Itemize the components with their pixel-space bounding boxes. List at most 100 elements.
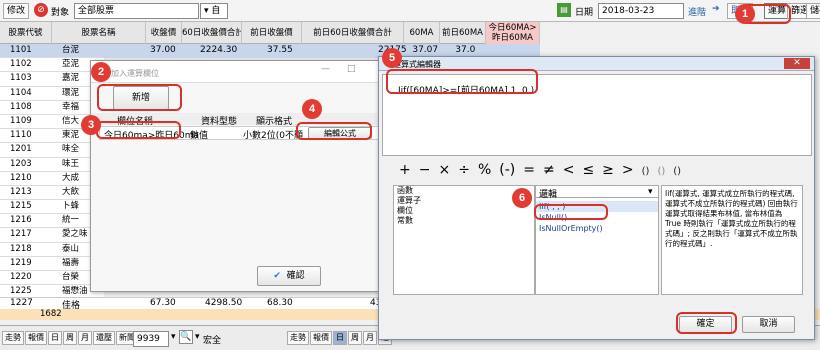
row-name: 大飲 [62, 186, 80, 197]
dropdown-icon[interactable]: ▾ [171, 332, 176, 342]
cancel-button[interactable]: 取消 [742, 316, 795, 333]
search-icon[interactable]: 🔍 [179, 330, 193, 344]
row-name: 味王 [62, 158, 80, 169]
table-row[interactable]: 1215 卜蜂 [0, 200, 104, 215]
target-dropdown[interactable]: ▾ 自 [200, 3, 228, 19]
maximize-icon[interactable]: □ [347, 64, 356, 74]
row-code: 1201 [10, 144, 32, 155]
step-3-marker: 3 [81, 115, 101, 135]
row-name: 福壽 [62, 257, 80, 268]
row-price: 37.00 [150, 45, 176, 55]
operator-button[interactable]: ≤ [582, 162, 594, 178]
col-header[interactable]: 前日收盤價 [242, 22, 302, 44]
bottom-tab[interactable]: 走勢 [2, 331, 24, 345]
col-header[interactable]: 60日收盤價合計 [182, 22, 242, 44]
table-row[interactable]: 1104 環泥 [0, 86, 104, 101]
dropdown-icon[interactable]: ▾ [195, 332, 200, 342]
bottom-tab[interactable]: 日 [333, 331, 347, 345]
operator-button[interactable]: () [642, 166, 650, 177]
close-icon[interactable]: ✕ [784, 58, 810, 69]
function-list[interactable]: 邏輯 ▾ Iif( , , ) IsNull() IsNullOrEmpty() [535, 185, 659, 295]
table-row[interactable]: 1217 愛之味 [0, 228, 104, 243]
operator-button[interactable]: () [673, 166, 681, 177]
stock-name: 宏全 [203, 336, 222, 346]
target-select[interactable]: 全部股票 [74, 3, 199, 19]
row-prev-price: 37.55 [267, 45, 293, 55]
operator-button[interactable]: ÷ [458, 162, 470, 178]
table-row[interactable]: 1203 味王 [0, 157, 104, 172]
table-row[interactable]: 1201 味全 [0, 143, 104, 158]
step-4-marker: 4 [302, 99, 322, 119]
col-header[interactable]: 60MA [404, 22, 440, 44]
minimize-icon[interactable]: — [321, 64, 330, 74]
function-category-select[interactable]: 邏輯 ▾ [536, 186, 658, 200]
table-row[interactable]: 1210 大成 [0, 171, 104, 186]
row-name: 嘉泥 [62, 73, 80, 84]
row-name: 味全 [62, 144, 80, 155]
modify-button[interactable]: 修改 [3, 3, 30, 19]
table-row[interactable]: 1102 亞泥 [0, 58, 104, 73]
row-name: 泰山 [62, 243, 80, 254]
bottom-tab[interactable]: 還壓 [93, 331, 115, 345]
operator-button[interactable]: − [419, 162, 431, 178]
operator-button[interactable]: () [657, 166, 665, 177]
formula-editor-dialog: 運算式編輯器 ✕ Iif([60MA]>=[前日60MA],1 ,0 ) + − ×… [378, 56, 815, 340]
table-row[interactable]: 1219 福壽 [0, 256, 104, 271]
highlight-edit-formula [296, 122, 372, 140]
table-row[interactable]: 1108 幸福 [0, 100, 104, 115]
operator-button[interactable]: + [399, 162, 411, 178]
target-label: 對象 [51, 8, 70, 18]
row-price: 67.30 [150, 298, 176, 308]
col-header[interactable]: 股票代號 [0, 22, 52, 44]
category-item[interactable]: 欄位 [394, 206, 534, 216]
col-header[interactable]: 股票名稱 [52, 22, 146, 44]
operator-button[interactable]: ≠ [543, 162, 555, 178]
bottom-tab[interactable]: 周 [348, 331, 362, 345]
operator-button[interactable]: (-) [499, 162, 515, 178]
function-description: Iif(運算式, 運算式成立所執行的程式碼, 運算式不成立所執行的程式碼) 回由… [661, 185, 803, 295]
step-6-marker: 6 [512, 188, 532, 208]
step-5-marker: 5 [382, 48, 402, 68]
table-row[interactable]: 1220 台榮 [0, 271, 104, 286]
table-row[interactable]: 1101 台泥 [0, 44, 104, 59]
col-header[interactable]: 前日60日收盤價合計 [302, 22, 404, 44]
field-type: 數值 [190, 131, 209, 141]
operator-button[interactable]: > [622, 162, 634, 178]
bottom-tab[interactable]: 報價 [25, 331, 47, 345]
operator-button[interactable]: ≥ [602, 162, 614, 178]
date-input[interactable]: 2018-03-23 [598, 3, 684, 19]
function-category-value: 邏輯 [539, 190, 558, 200]
bottom-tab[interactable]: 周 [63, 331, 77, 345]
row-sum60: 2224.30 [200, 45, 238, 55]
table-row[interactable]: 1103 嘉泥 [0, 72, 104, 87]
advance-link[interactable]: 進階 [688, 5, 706, 18]
confirm-button[interactable]: ✔ 確認 [257, 266, 321, 286]
step-2-marker: 2 [91, 62, 111, 82]
function-item[interactable]: IsNullOrEmpty() [536, 223, 658, 234]
table-row[interactable]: 1218 泰山 [0, 242, 104, 257]
operator-button[interactable]: × [438, 162, 450, 178]
operator-button[interactable]: < [563, 162, 575, 178]
bottom-tab[interactable]: 報價 [310, 331, 332, 345]
bottom-tab[interactable]: 月 [363, 331, 377, 345]
operator-button[interactable]: = [523, 162, 535, 178]
table-row[interactable]: 1213 大飲 [0, 185, 104, 201]
stock-list: 1101 台泥 1102 亞泥 1103 嘉泥 1104 環泥 1108 幸福 1109 信大 1110… [0, 44, 104, 300]
row-code: 1203 [10, 158, 32, 169]
arrow-right-icon: ➔ [712, 4, 720, 14]
bottom-tab[interactable]: 走勢 [287, 331, 309, 345]
date-label: 日期 [575, 8, 594, 18]
toolbar: 修改 ⊘ 對象 全部股票 ▾ 自 ▤ 日期 2018-03-23 進階 ➔ 即時… [0, 0, 820, 22]
operator-button[interactable]: % [478, 162, 491, 178]
store-button[interactable]: 儲存 [806, 3, 820, 19]
col-header[interactable]: 收盤價 [146, 22, 182, 44]
table-row[interactable]: 1216 統一 [0, 214, 104, 229]
calendar-icon[interactable]: ▤ [557, 3, 571, 17]
stock-code-input[interactable]: 9939 [133, 331, 169, 347]
col-header[interactable]: 前日60MA [440, 22, 486, 44]
bottom-tab[interactable]: 日 [48, 331, 62, 345]
row-code: 1101 [10, 45, 32, 55]
col-header[interactable]: 今日60MA> 昨日60MA [486, 22, 540, 44]
category-item[interactable]: 常數 [394, 216, 534, 226]
bottom-tab[interactable]: 月 [78, 331, 92, 345]
